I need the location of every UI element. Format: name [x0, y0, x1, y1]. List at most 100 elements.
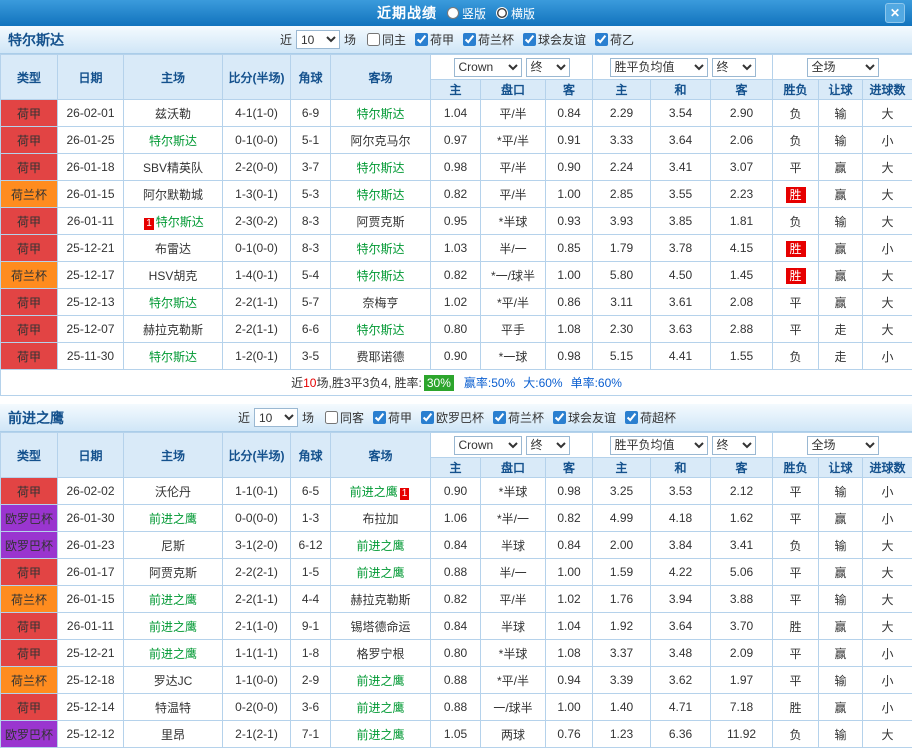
table-row: 荷甲26-01-25特尔斯达0-1(0-0)5-1阿尔克马尔0.97*平/半0.… — [1, 127, 912, 154]
home-team-name[interactable]: 特尔斯达 — [149, 296, 197, 310]
odds-company-select[interactable]: Crown — [454, 58, 522, 77]
avg-draw-cell: 3.53 — [651, 478, 711, 505]
avg-type-select[interactable]: 胜平负均值 — [610, 58, 708, 77]
version-radio-vertical[interactable]: 竖版 — [447, 5, 486, 22]
filter-checkbox-2[interactable] — [463, 33, 476, 46]
handicap-cell: *半球 — [481, 208, 546, 235]
filter-option-0[interactable]: 同主 — [367, 31, 406, 48]
recent-count-select[interactable]: 10 — [254, 408, 298, 427]
odds-time-select[interactable]: 终 — [526, 436, 570, 455]
away-team-name[interactable]: 锡塔德命运 — [350, 620, 410, 634]
home-team-name[interactable]: 前进之鹰 — [149, 647, 197, 661]
filter-checkbox-2[interactable] — [421, 411, 434, 424]
avg-time-select[interactable]: 终 — [712, 58, 756, 77]
version-radio-horizontal[interactable]: 横版 — [496, 5, 535, 22]
avg-draw-cell: 3.84 — [651, 532, 711, 559]
away-team-name[interactable]: 特尔斯达 — [356, 107, 404, 121]
away-team-name[interactable]: 费耶诺德 — [356, 350, 404, 364]
away-team-name[interactable]: 格罗宁根 — [356, 647, 404, 661]
close-button[interactable]: ✕ — [885, 3, 905, 23]
filter-checkbox-4[interactable] — [595, 33, 608, 46]
scope-select[interactable]: 全场 — [807, 58, 879, 77]
away-team-name[interactable]: 前进之鹰 — [356, 566, 404, 580]
home-team-name[interactable]: 阿尔默勒城 — [143, 188, 203, 202]
home-team-name[interactable]: 阿贾克斯 — [149, 566, 197, 580]
home-team-name[interactable]: 罗达JC — [154, 674, 193, 688]
away-team-name[interactable]: 特尔斯达 — [356, 269, 404, 283]
filter-checkbox-5[interactable] — [625, 411, 638, 424]
filter-option-0[interactable]: 同客 — [325, 409, 364, 426]
away-team-name[interactable]: 布拉加 — [362, 512, 398, 526]
away-team-name[interactable]: 特尔斯达 — [356, 161, 404, 175]
score-cell: 1-1(0-0) — [223, 667, 291, 694]
home-team-name[interactable]: 前进之鹰 — [149, 620, 197, 634]
home-team-name[interactable]: HSV胡克 — [149, 269, 198, 283]
table-row: 荷甲25-11-30特尔斯达1-2(0-1)3-5费耶诺德0.90*一球0.98… — [1, 343, 912, 370]
handicap-result-cell: 输 — [819, 532, 863, 559]
away-team-name[interactable]: 特尔斯达 — [356, 188, 404, 202]
recent-count-select[interactable]: 10 — [296, 30, 340, 49]
avg-away-cell: 2.06 — [711, 127, 773, 154]
filter-option-4[interactable]: 球会友谊 — [553, 409, 616, 426]
home-team-name[interactable]: 沃伦丹 — [155, 485, 191, 499]
home-team-name[interactable]: 里昂 — [161, 728, 185, 742]
home-team-name[interactable]: 前进之鹰 — [149, 512, 197, 526]
home-team-name[interactable]: 特温特 — [155, 701, 191, 715]
home-team-name[interactable]: 特尔斯达 — [156, 215, 204, 229]
filter-checkbox-0[interactable] — [367, 33, 380, 46]
home-team-name[interactable]: 特尔斯达 — [149, 350, 197, 364]
filter-option-2[interactable]: 荷兰杯 — [463, 31, 514, 48]
filter-option-2[interactable]: 欧罗巴杯 — [421, 409, 484, 426]
home-team-name[interactable]: SBV精英队 — [143, 161, 203, 175]
away-team-name[interactable]: 奈梅亨 — [362, 296, 398, 310]
away-team-name[interactable]: 前进之鹰 — [356, 701, 404, 715]
filter-option-1[interactable]: 荷甲 — [415, 31, 454, 48]
home-team-cell: 赫拉克勒斯 — [124, 316, 223, 343]
filter-option-4[interactable]: 荷乙 — [595, 31, 634, 48]
corners-cell: 5-7 — [291, 289, 331, 316]
filter-option-3[interactable]: 球会友谊 — [523, 31, 586, 48]
home-team-name[interactable]: 赫拉克勒斯 — [143, 323, 203, 337]
sub-header-6: 胜负 — [773, 80, 819, 100]
col-header-2: 主场 — [124, 433, 223, 478]
away-team-name[interactable]: 特尔斯达 — [356, 242, 404, 256]
filter-checkbox-1[interactable] — [373, 411, 386, 424]
handicap-result-cell: 赢 — [819, 559, 863, 586]
filter-option-3[interactable]: 荷兰杯 — [493, 409, 544, 426]
home-team-name[interactable]: 特尔斯达 — [149, 134, 197, 148]
away-team-name[interactable]: 特尔斯达 — [356, 323, 404, 337]
away-team-name[interactable]: 前进之鹰 — [356, 539, 404, 553]
filter-checkbox-4[interactable] — [553, 411, 566, 424]
avg-draw-cell: 4.71 — [651, 694, 711, 721]
handicap-result-cell: 赢 — [819, 613, 863, 640]
away-team-name[interactable]: 前进之鹰 — [350, 485, 398, 499]
filter-checkbox-3[interactable] — [493, 411, 506, 424]
home-team-name[interactable]: 布雷达 — [155, 242, 191, 256]
odds-time-select[interactable]: 终 — [526, 58, 570, 77]
filter-option-5[interactable]: 荷超杯 — [625, 409, 676, 426]
avg-type-select[interactable]: 胜平负均值 — [610, 436, 708, 455]
home-team-name[interactable]: 前进之鹰 — [149, 593, 197, 607]
away-team-name[interactable]: 赫拉克勒斯 — [350, 593, 410, 607]
radio-vertical-input[interactable] — [447, 7, 459, 19]
goals-result-cell: 大 — [863, 316, 912, 343]
home-team-name[interactable]: 兹沃勒 — [155, 107, 191, 121]
away-team-name[interactable]: 阿贾克斯 — [356, 215, 404, 229]
radio-horizontal-input[interactable] — [496, 7, 508, 19]
away-team-name[interactable]: 前进之鹰 — [356, 674, 404, 688]
away-team-name[interactable]: 阿尔克马尔 — [350, 134, 410, 148]
scope-select[interactable]: 全场 — [807, 436, 879, 455]
home-team-name[interactable]: 尼斯 — [161, 539, 185, 553]
date-cell: 26-01-23 — [58, 532, 124, 559]
away-team-name[interactable]: 前进之鹰 — [356, 728, 404, 742]
home-team-cell: 阿尔默勒城 — [124, 181, 223, 208]
odds-company-select[interactable]: Crown — [454, 436, 522, 455]
filter-checkbox-0[interactable] — [325, 411, 338, 424]
filter-option-1[interactable]: 荷甲 — [373, 409, 412, 426]
filter-checkbox-3[interactable] — [523, 33, 536, 46]
avg-draw-cell: 3.62 — [651, 667, 711, 694]
filter-checkbox-1[interactable] — [415, 33, 428, 46]
avg-time-select[interactable]: 终 — [712, 436, 756, 455]
table-row: 荷甲26-01-11前进之鹰2-1(1-0)9-1锡塔德命运0.84半球1.04… — [1, 613, 912, 640]
handicap-cell: *平/半 — [481, 289, 546, 316]
